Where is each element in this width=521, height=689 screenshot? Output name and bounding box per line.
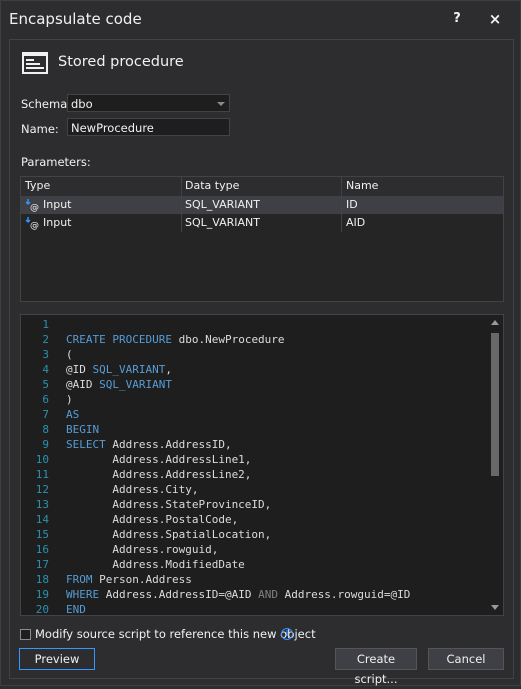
code-line: WHERE Address.AddressID=@AID AND Address… xyxy=(66,588,411,601)
schema-dropdown[interactable]: dbo xyxy=(67,94,230,112)
window-title: Encapsulate code xyxy=(9,10,142,28)
column-header-name[interactable]: Name xyxy=(346,179,378,192)
code-line: Address.StateProvinceID, xyxy=(66,498,272,511)
modify-source-checkbox[interactable] xyxy=(20,629,31,640)
modify-source-label: Modify source script to reference this n… xyxy=(35,627,316,641)
line-number: 16 xyxy=(35,543,49,556)
svg-text:@: @ xyxy=(30,221,39,230)
help-button[interactable]: ? xyxy=(443,6,471,32)
name-value: NewProcedure xyxy=(71,121,154,135)
schema-value: dbo xyxy=(71,97,93,111)
param-type: Input xyxy=(43,198,72,211)
line-number: 9 xyxy=(42,438,49,451)
line-number: 4 xyxy=(42,363,49,376)
code-line: @AID SQL_VARIANT xyxy=(66,378,172,391)
line-number: 18 xyxy=(35,573,49,586)
code-line: Address.ModifiedDate xyxy=(66,558,245,571)
param-data-type: SQL_VARIANT xyxy=(185,198,260,211)
name-field[interactable]: NewProcedure xyxy=(67,118,230,136)
line-number: 5 xyxy=(42,378,49,391)
line-number: 8 xyxy=(42,423,49,436)
sql-editor[interactable]: 1 2 CREATE PROCEDURE dbo.NewProcedure 3(4 @I… xyxy=(20,314,504,616)
schema-label: Schema: xyxy=(21,97,72,111)
code-line: Address.AddressLine1, xyxy=(66,453,252,466)
column-divider xyxy=(181,177,182,196)
parameters-grid-header: Type Data type Name xyxy=(21,177,503,197)
object-type-title: Stored procedure xyxy=(58,54,184,70)
name-label: Name: xyxy=(21,122,59,136)
table-row[interactable]: @ Input SQL_VARIANT ID xyxy=(21,196,503,214)
line-number: 14 xyxy=(35,513,49,526)
svg-text:@: @ xyxy=(30,203,39,212)
column-header-type[interactable]: Type xyxy=(25,179,50,192)
line-number: 2 xyxy=(42,333,49,346)
code-line: ( xyxy=(66,348,73,361)
code-line: Address.SpatialLocation, xyxy=(66,528,272,541)
stored-procedure-icon xyxy=(22,52,48,74)
info-icon[interactable]: i xyxy=(281,628,293,640)
parameters-label: Parameters: xyxy=(21,155,91,169)
param-name: ID xyxy=(346,198,358,211)
code-line: SELECT Address.AddressID, xyxy=(66,438,232,451)
title-bar: Encapsulate code ? × xyxy=(1,1,520,37)
code-line: Address.rowguid, xyxy=(66,543,219,556)
line-number: 10 xyxy=(35,453,49,466)
scrollbar-thumb[interactable] xyxy=(491,333,499,476)
column-header-data-type[interactable]: Data type xyxy=(185,179,239,192)
input-param-icon: @ xyxy=(25,217,39,230)
param-name: AID xyxy=(346,216,366,229)
code-line: CREATE PROCEDURE dbo.NewProcedure xyxy=(66,333,285,346)
code-line: BEGIN xyxy=(66,423,100,436)
scroll-up-icon[interactable] xyxy=(491,320,499,325)
preview-button[interactable]: Preview xyxy=(19,648,95,670)
line-number: 13 xyxy=(35,498,49,511)
column-divider xyxy=(341,214,342,232)
code-line: END xyxy=(66,603,86,616)
line-number: 19 xyxy=(35,588,49,601)
code-line: Address.PostalCode, xyxy=(66,513,239,526)
scroll-down-icon[interactable] xyxy=(491,605,499,610)
create-script-button[interactable]: Create script... xyxy=(335,648,417,686)
code-line: Address.AddressLine2, xyxy=(66,468,252,481)
code-line: AS xyxy=(66,408,80,421)
column-divider xyxy=(341,196,342,214)
param-data-type: SQL_VARIANT xyxy=(185,216,260,229)
code-line: @ID SQL_VARIANT, xyxy=(66,363,172,376)
code-line: ) xyxy=(66,393,73,406)
chevron-down-icon xyxy=(217,102,225,106)
line-number: 15 xyxy=(35,528,49,541)
line-number: 3 xyxy=(42,348,49,361)
close-button[interactable]: × xyxy=(481,6,509,32)
column-divider xyxy=(341,177,342,196)
encapsulate-code-dialog: Encapsulate code ? × Stored procedure Sc… xyxy=(0,0,521,686)
line-number: 20 xyxy=(35,603,49,616)
line-number: 7 xyxy=(42,408,49,421)
column-divider xyxy=(181,214,182,232)
input-param-icon: @ xyxy=(25,199,39,212)
table-row[interactable]: @ Input SQL_VARIANT AID xyxy=(21,214,503,232)
line-number: 11 xyxy=(35,468,49,481)
column-divider xyxy=(181,196,182,214)
line-number: 1 xyxy=(42,318,49,331)
line-number: 6 xyxy=(42,393,49,406)
code-line: FROM Person.Address xyxy=(66,573,192,586)
cancel-button[interactable]: Cancel xyxy=(428,648,504,670)
parameters-grid[interactable]: Type Data type Name @ Input SQL_VARIANT … xyxy=(20,176,504,302)
line-number: 12 xyxy=(35,483,49,496)
code-line: Address.City, xyxy=(66,483,199,496)
editor-scrollbar[interactable] xyxy=(487,315,503,615)
param-type: Input xyxy=(43,216,72,229)
dialog-content: Stored procedure Schema: dbo Name: NewPr… xyxy=(9,39,514,686)
line-number: 17 xyxy=(35,558,49,571)
